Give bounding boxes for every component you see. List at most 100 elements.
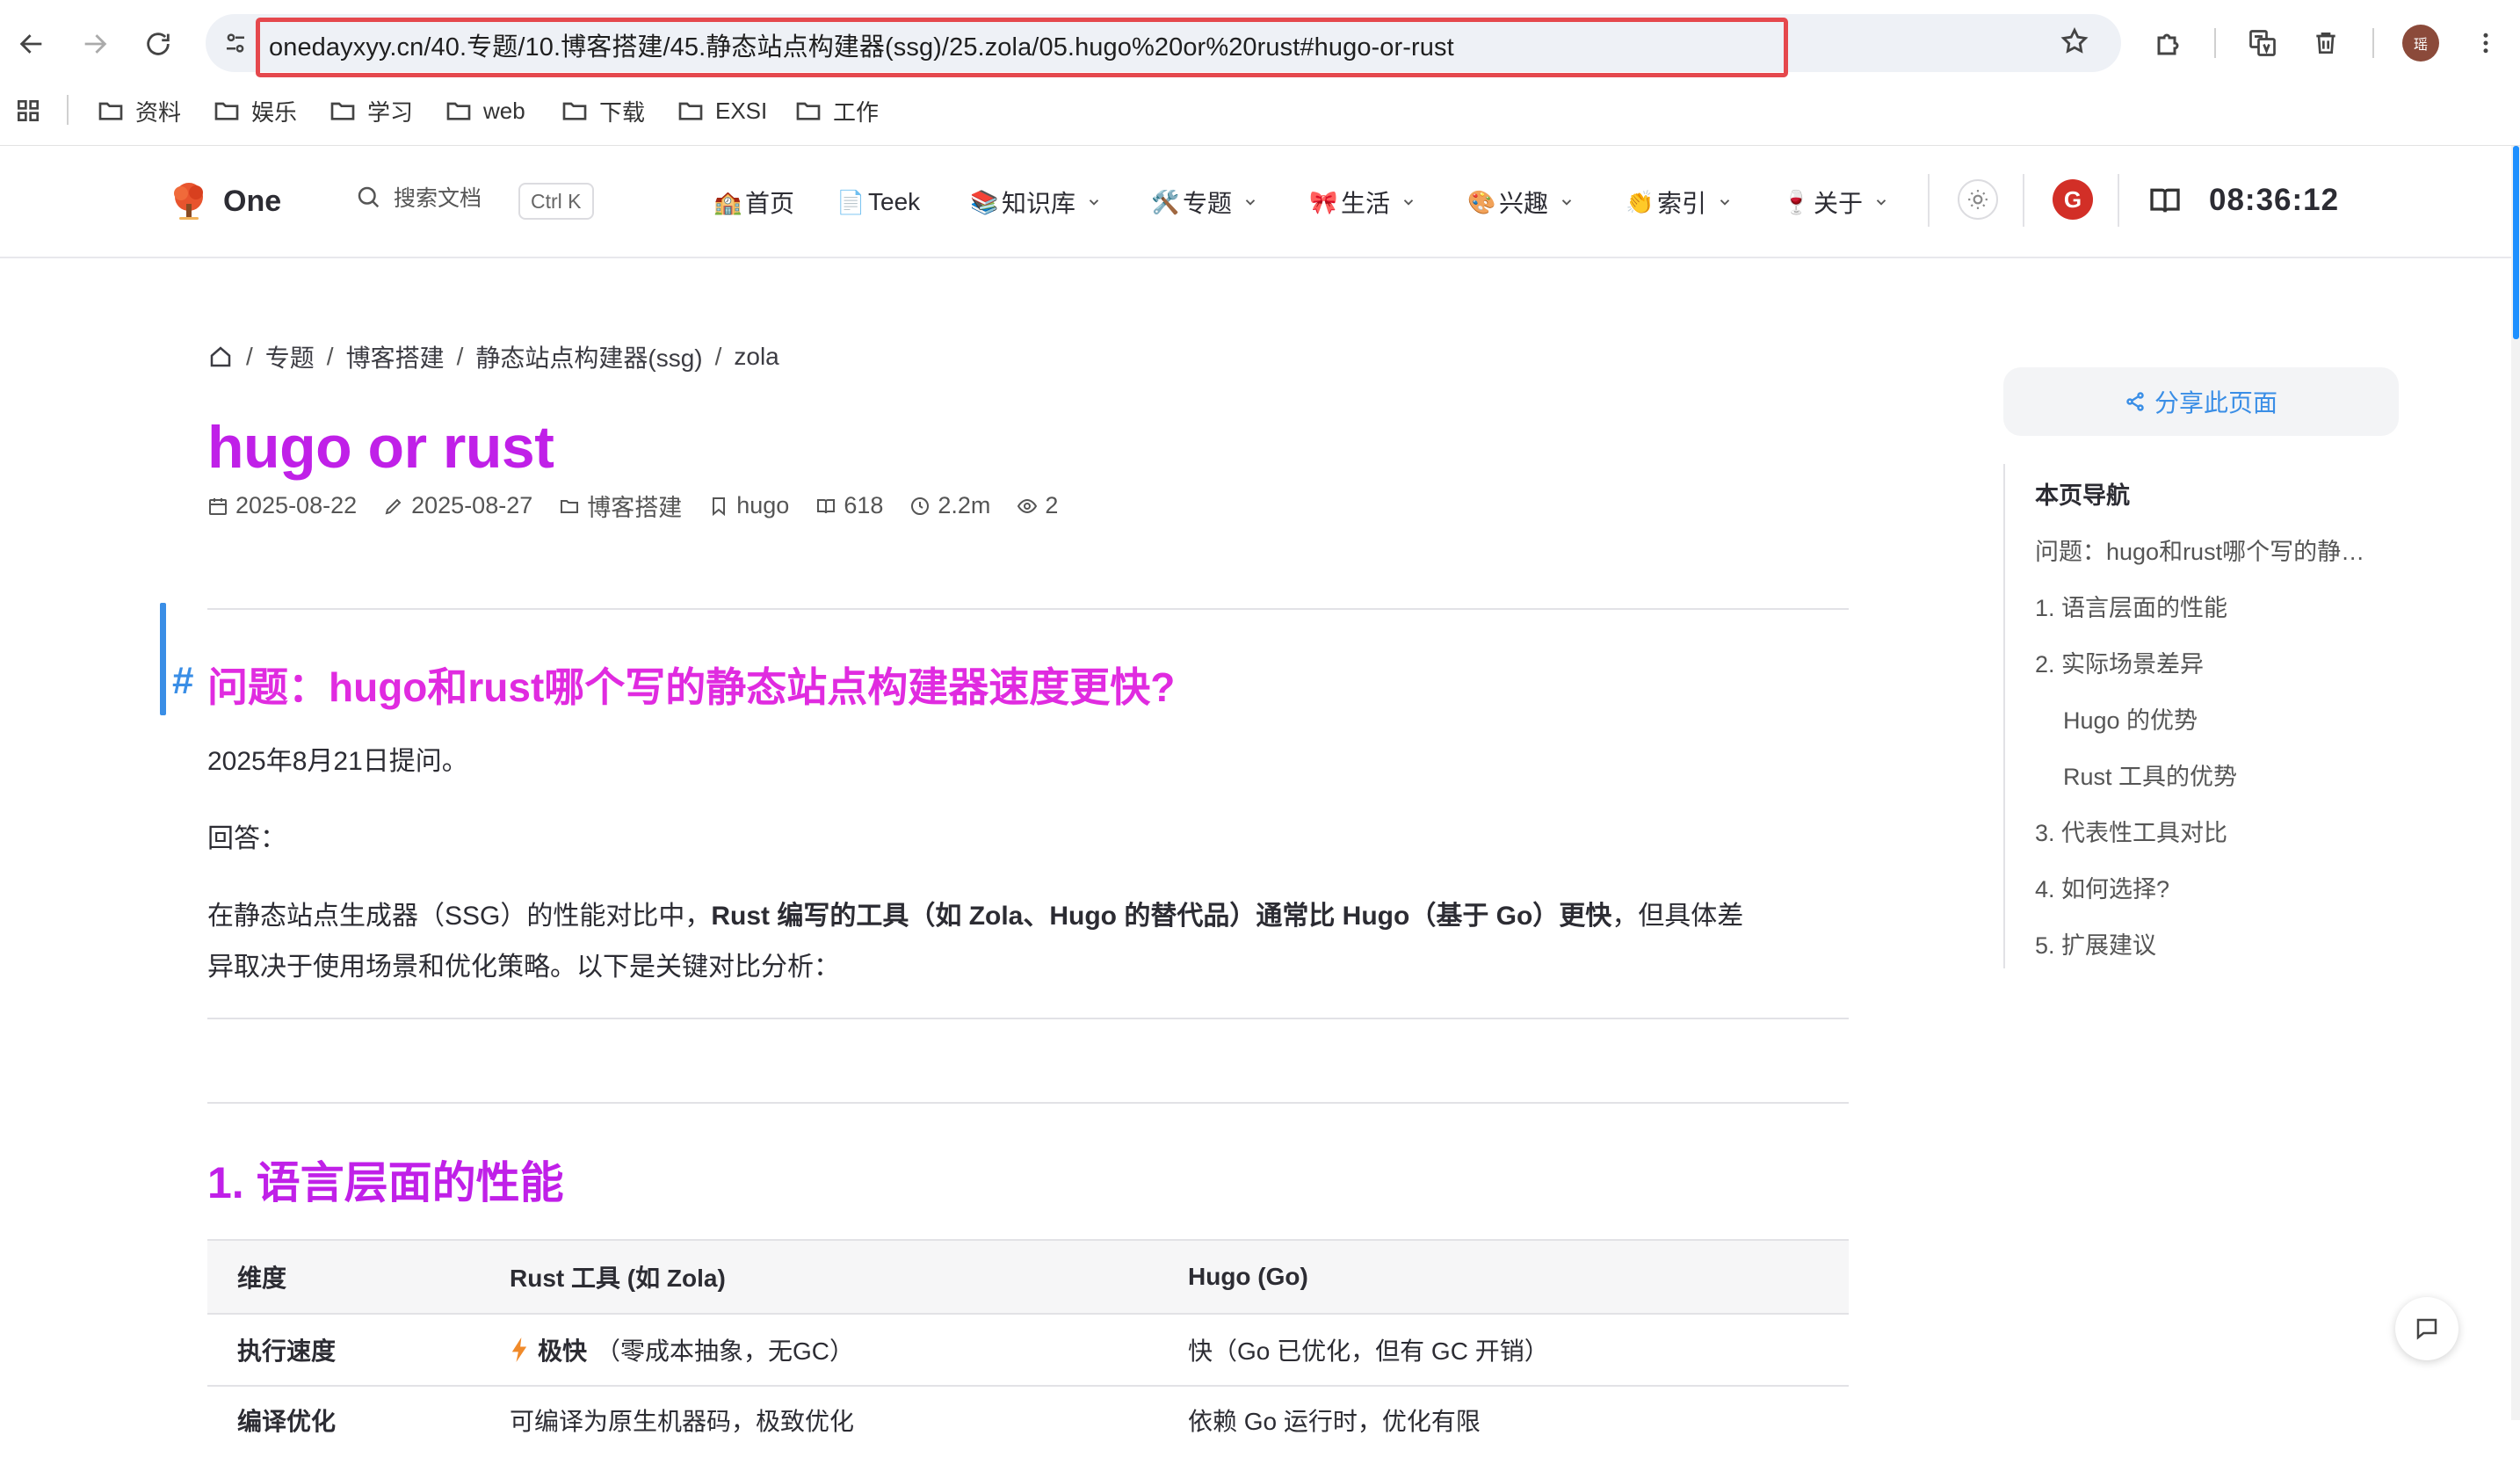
reload-button[interactable] bbox=[134, 19, 183, 69]
table-cell: 依赖 Go 运行时，优化有限 bbox=[1188, 1408, 1481, 1435]
search-icon bbox=[358, 186, 380, 208]
extensions-button[interactable] bbox=[2149, 23, 2190, 63]
logo-text: One bbox=[223, 184, 282, 218]
trash-button[interactable] bbox=[2306, 23, 2346, 63]
toc-item[interactable]: 2. 实际场景差异 bbox=[2035, 645, 2204, 679]
site-logo[interactable]: One bbox=[167, 179, 281, 223]
gitee-link-icon[interactable]: G bbox=[2053, 179, 2093, 220]
toc-item[interactable]: 3. 代表性工具对比 bbox=[2035, 814, 2227, 848]
bookmark-folder[interactable]: 资料 bbox=[97, 93, 181, 128]
nav-index[interactable]: 👏 索引 bbox=[1626, 185, 1733, 220]
bookmark-folder[interactable]: web bbox=[445, 93, 525, 128]
browser-menu-button[interactable] bbox=[2466, 23, 2506, 63]
nav-teek[interactable]: 📄 Teek bbox=[836, 185, 920, 220]
chevron-down-icon bbox=[1245, 199, 1256, 206]
bookmark-icon bbox=[713, 497, 726, 516]
breadcrumb-item[interactable]: 静态站点构建器(ssg) bbox=[475, 339, 702, 374]
scrollbar-thumb[interactable] bbox=[2513, 146, 2519, 339]
bookmark-folder[interactable]: 学习 bbox=[329, 93, 413, 128]
profile-avatar[interactable]: 瑶 bbox=[2402, 25, 2439, 62]
toc-item[interactable]: Rust 工具的优势 bbox=[2063, 757, 2237, 792]
translate-button[interactable] bbox=[2242, 23, 2283, 63]
nav-home[interactable]: 🏫 首页 bbox=[713, 185, 794, 220]
folder-icon bbox=[678, 102, 703, 120]
nav-life[interactable]: 🎀 生活 bbox=[1309, 185, 1416, 220]
page-title: hugo or rust bbox=[207, 414, 554, 481]
arrow-right-icon bbox=[84, 34, 107, 54]
nav-about[interactable]: 🍷 关于 bbox=[1782, 185, 1889, 220]
arrow-left-icon bbox=[19, 34, 42, 54]
nav-topics[interactable]: 🛠️ 专题 bbox=[1151, 185, 1258, 220]
category-link[interactable]: 博客搭建 bbox=[559, 489, 682, 523]
paragraph: 2025年8月21日提问。 bbox=[207, 747, 468, 776]
table-cell: 快（Go 已优化，但有 GC 开销） bbox=[1188, 1337, 1549, 1365]
header-divider bbox=[2118, 174, 2119, 227]
tree-logo-icon bbox=[174, 183, 203, 220]
eye-icon bbox=[1017, 498, 1038, 513]
table-header-cell: Hugo (Go) bbox=[1188, 1263, 1308, 1290]
article-meta: 2025-08-22 2025-08-27 博客搭建 hugo 618 2.2m… bbox=[207, 489, 1058, 523]
table-header-cell: Rust 工具 (如 Zola) bbox=[510, 1265, 726, 1292]
folder-icon bbox=[214, 102, 239, 120]
reload-icon bbox=[147, 33, 170, 55]
bookmark-folder[interactable]: 下载 bbox=[561, 93, 645, 128]
folder-icon bbox=[446, 102, 471, 120]
chevron-down-icon bbox=[1876, 199, 1886, 206]
updated-date: 2025-08-27 bbox=[383, 492, 532, 519]
back-button[interactable] bbox=[7, 19, 56, 69]
puzzle-icon bbox=[2157, 33, 2179, 55]
pencil-icon bbox=[385, 498, 402, 514]
toc-item[interactable]: 1. 语言层面的性能 bbox=[2035, 589, 2227, 623]
chevron-down-icon bbox=[1403, 199, 1414, 206]
chat-button[interactable] bbox=[2395, 1297, 2458, 1360]
divider bbox=[207, 1018, 1849, 1019]
trash-icon bbox=[2316, 33, 2335, 54]
school-icon: 🏫 bbox=[713, 188, 742, 215]
folder-icon bbox=[562, 102, 587, 120]
active-heading-marker bbox=[160, 603, 166, 715]
translate-icon bbox=[2249, 30, 2276, 56]
nav-interest[interactable]: 🎨 兴趣 bbox=[1467, 185, 1575, 220]
bookmark-folder[interactable]: EXSI bbox=[677, 93, 767, 128]
bookmark-star-button[interactable] bbox=[2060, 26, 2089, 61]
breadcrumb-item[interactable]: 专题 bbox=[265, 339, 315, 374]
apps-button[interactable] bbox=[14, 93, 42, 128]
tag-link[interactable]: hugo bbox=[708, 492, 789, 519]
nav-knowledge[interactable]: 📚 知识库 bbox=[970, 185, 1102, 220]
bookmark-folder[interactable]: 工作 bbox=[794, 93, 879, 128]
intro-paragraph: 在静态站点生成器（SSG）的性能对比中，Rust 编写的工具（如 Zola、Hu… bbox=[207, 902, 1744, 982]
palette-icon: 🎨 bbox=[1467, 188, 1496, 215]
books-icon: 📚 bbox=[970, 188, 999, 215]
clap-icon: 👏 bbox=[1626, 188, 1655, 215]
toc-item[interactable]: Hugo 的优势 bbox=[2063, 701, 2198, 736]
share-label: 分享此页面 bbox=[2154, 389, 2277, 417]
folder-icon bbox=[98, 102, 123, 120]
table-cell: 编译优化 bbox=[237, 1408, 337, 1435]
view-count: 2 bbox=[1017, 492, 1058, 519]
bookmark-folder[interactable]: 娱乐 bbox=[213, 93, 297, 128]
toc-item[interactable]: 5. 扩展建议 bbox=[2035, 926, 2156, 960]
toc-item[interactable]: 问题：hugo和rust哪个写的静… bbox=[2035, 533, 2364, 567]
section-heading: 1. 语言层面的性能 bbox=[207, 1158, 564, 1207]
share-page-button[interactable]: 分享此页面 bbox=[2003, 367, 2399, 436]
chat-icon bbox=[2416, 1318, 2437, 1340]
table-row: 执行速度 极快 （零成本抽象，无GC） 快（Go 已优化，但有 GC 开销） bbox=[207, 1313, 1849, 1385]
heading-anchor-icon[interactable]: # bbox=[172, 659, 193, 703]
calendar-icon bbox=[209, 497, 227, 515]
site-info-button[interactable] bbox=[216, 24, 255, 62]
folder-icon bbox=[330, 102, 355, 120]
breadcrumb-item[interactable]: zola bbox=[734, 343, 778, 371]
toc-item[interactable]: 4. 如何选择? bbox=[2035, 870, 2169, 904]
reading-mode-button[interactable] bbox=[2147, 183, 2183, 222]
url-text[interactable]: onedayxyy.cn/40.专题/10.博客搭建/45.静态站点构建器(ss… bbox=[269, 26, 1454, 63]
search-label: 搜索文档 bbox=[394, 186, 482, 211]
home-icon[interactable] bbox=[207, 344, 234, 370]
folder-icon bbox=[796, 102, 821, 120]
theme-toggle-button[interactable] bbox=[1958, 179, 1998, 220]
breadcrumb-item[interactable]: 博客搭建 bbox=[346, 339, 445, 374]
more-vert-icon bbox=[2483, 33, 2488, 54]
doc-search[interactable]: 搜索文档 bbox=[355, 181, 482, 213]
open-book-icon bbox=[2150, 188, 2180, 213]
forward-button[interactable] bbox=[70, 19, 119, 69]
star-icon bbox=[2060, 26, 2089, 54]
